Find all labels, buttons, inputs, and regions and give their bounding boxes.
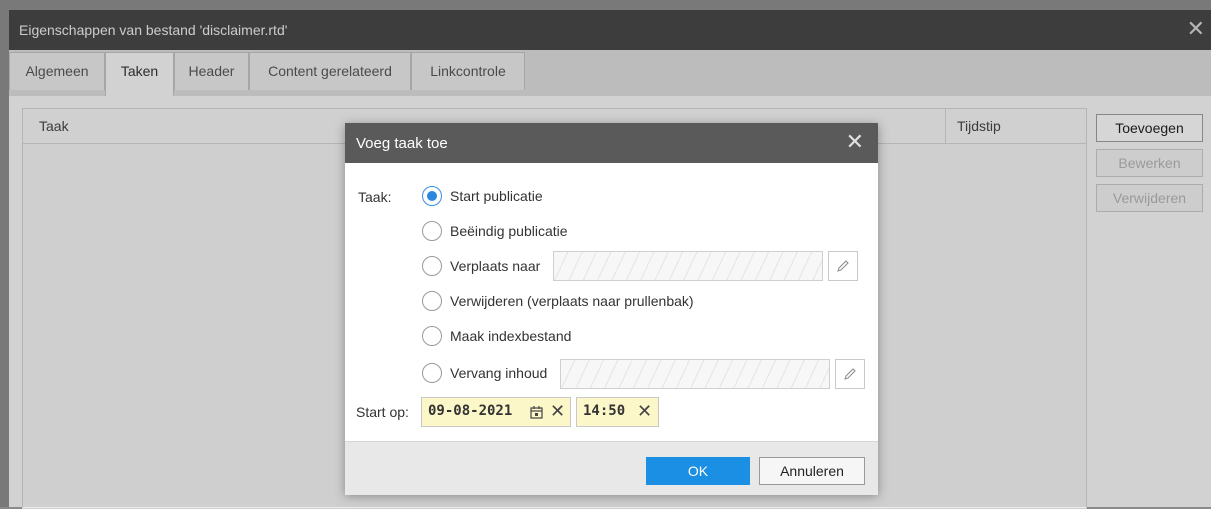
ok-button[interactable]: OK [646,457,750,485]
add-task-dialog: Voeg taak toe ✕ Taak: Start publicatie B… [345,123,878,495]
cancel-button[interactable]: Annuleren [759,457,865,485]
start-time-field[interactable]: 14:50 ✕ [576,397,659,427]
dialog-footer: OK Annuleren [345,441,878,495]
dialog-titlebar: Voeg taak toe ✕ [345,123,878,163]
option-vervang-inhoud[interactable]: Vervang inhoud [422,363,557,385]
dialog-title: Voeg taak toe [356,135,448,152]
option-maak-indexbestand[interactable]: Maak indexbestand [422,326,602,348]
radio-vervang-inhoud[interactable] [422,363,442,383]
move-target-field[interactable] [553,251,823,281]
option-label: Verplaats naar [450,258,541,274]
clear-date-icon[interactable]: ✕ [550,401,565,421]
option-label: Beëindig publicatie [450,223,568,239]
option-label: Start publicatie [450,188,543,204]
replace-content-field[interactable] [560,359,830,389]
radio-start-publicatie[interactable] [422,186,442,206]
pencil-icon [844,368,856,380]
task-label: Taak: [358,189,392,205]
option-start-publicatie[interactable]: Start publicatie [422,186,582,208]
option-label: Verwijderen (verplaats naar prullenbak) [450,293,694,309]
replace-content-edit-button[interactable] [835,359,865,389]
radio-maak-indexbestand[interactable] [422,326,442,346]
clear-time-icon[interactable]: ✕ [637,401,652,421]
option-verwijderen[interactable]: Verwijderen (verplaats naar prullenbak) [422,291,742,313]
radio-verplaats-naar[interactable] [422,256,442,276]
start-label: Start op: [356,404,409,420]
start-time-value[interactable]: 14:50 [583,403,625,419]
option-beeindig-publicatie[interactable]: Beëindig publicatie [422,221,602,243]
start-date-value[interactable]: 09-08-2021 [428,403,512,419]
option-label: Maak indexbestand [450,328,572,344]
radio-verwijderen[interactable] [422,291,442,311]
start-date-field[interactable]: 09-08-2021 ✕ [421,397,571,427]
option-label: Vervang inhoud [450,365,548,381]
dialog-close-icon[interactable]: ✕ [846,131,864,153]
radio-beeindig-publicatie[interactable] [422,221,442,241]
option-verplaats-naar[interactable]: Verplaats naar [422,256,552,278]
pencil-icon [837,260,849,272]
move-target-edit-button[interactable] [828,251,858,281]
calendar-icon[interactable] [530,405,543,419]
radio-selected-dot [427,191,437,201]
